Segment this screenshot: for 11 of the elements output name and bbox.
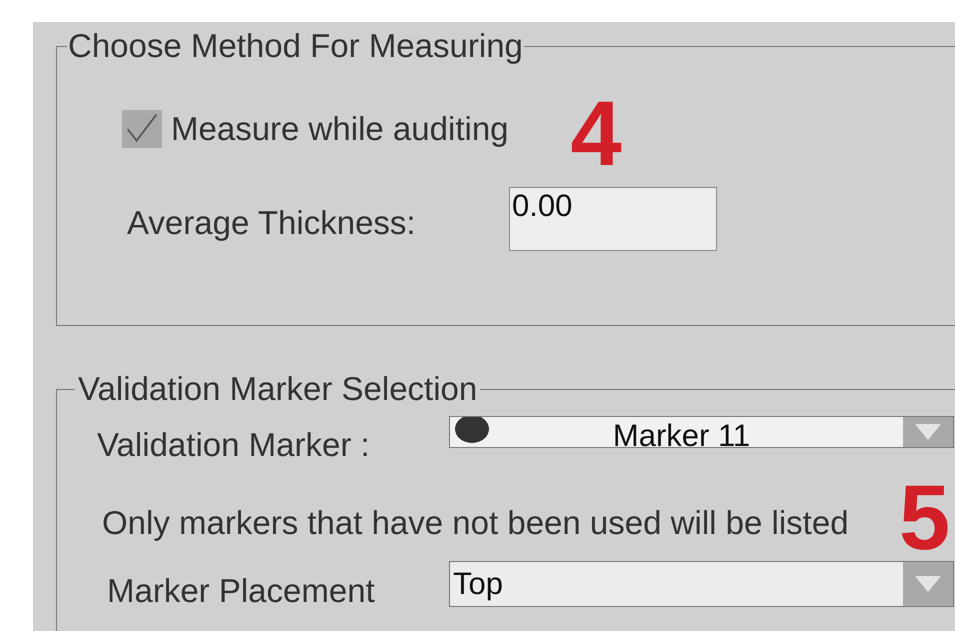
field-label: Average Thickness: [127,204,417,242]
annotation-number: 5 [899,478,950,558]
note-text: Only markers that have not been used will be listed [102,504,849,542]
placement-dropdown[interactable]: Top [449,561,954,607]
group-title: Validation Marker Selection [77,374,478,404]
annotation-number: 4 [570,94,622,174]
marker-dropdown[interactable]: Marker 11 [449,416,954,448]
thickness-field[interactable]: 0.00 [509,187,717,251]
field-label: Validation Marker : [97,426,371,464]
field-label: Marker Placement [107,572,376,610]
checkbox-label: Measure while auditing [171,110,509,148]
